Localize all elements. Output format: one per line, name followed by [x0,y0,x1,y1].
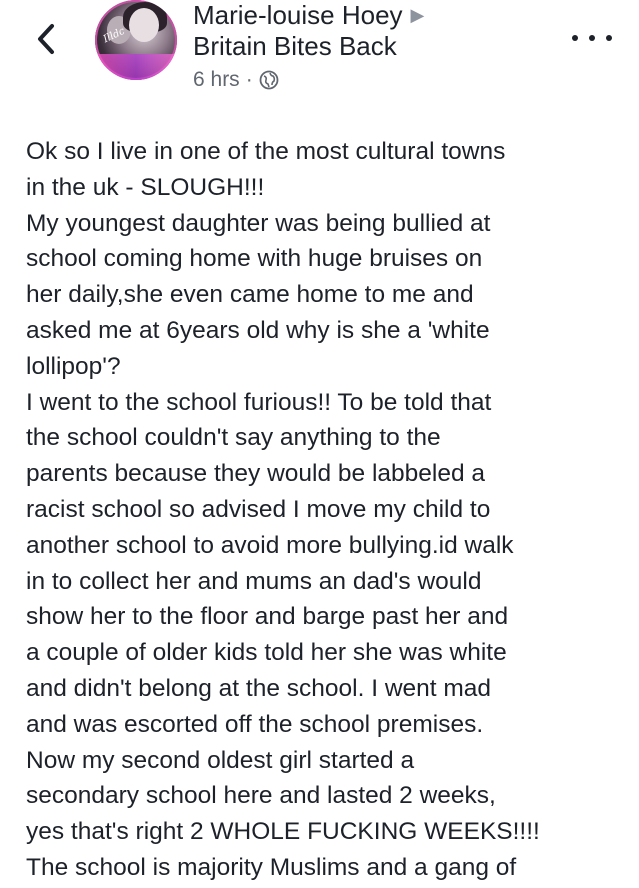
post-text-line: racist school so advised I move my child… [26,495,491,523]
post-text-line: lollipop'? [26,352,121,380]
dot [589,35,595,41]
post-text-line: and didn't belong at the school. I went … [26,674,492,702]
author-line: Marie-louise Hoey ▶ [193,0,424,30]
group-name[interactable]: Britain Bites Back [193,31,397,61]
back-button[interactable] [30,22,62,56]
post-text-line: in to collect her and mums an dad's woul… [26,567,482,595]
meta-separator: · [245,68,253,91]
post-text-line: Now my second oldest girl started a [26,746,415,774]
post-text-line: school coming home with huge bruises on [26,245,483,273]
post-text-line: another school to avoid more bullying.id… [26,531,514,559]
post-timestamp[interactable]: 6 hrs [193,66,240,94]
post-text-line: asked me at 6years old why is she a 'whi… [26,316,490,344]
post-text-line: and was escorted off the school premises… [26,710,484,738]
post-text-line: I went to the school furious!! To be tol… [26,388,492,416]
post-text-line: Ok so I live in one of the most cultural… [26,138,506,165]
post-text-line: parents because they would be labbeled a [26,460,486,488]
chevron-left-icon [38,24,54,54]
post-text-line: her daily,she even came home to me and [26,281,474,309]
post-text-line: show her to the floor and barge past her… [26,603,509,631]
post-text-line: a couple of older kids told her she was … [26,639,507,667]
post-text-line: in the uk - SLOUGH!!! [26,173,265,201]
more-options-button[interactable] [572,28,612,48]
dot [606,35,612,41]
post-text-line: My youngest daughter was being bullied a… [26,209,491,237]
author-avatar[interactable]: Illdc [95,0,177,80]
post-text-line: secondary school here and lasted 2 weeks… [26,782,496,810]
globe-icon [259,70,279,90]
post-text-line: The school is majority Muslims and a gan… [26,853,517,881]
post-text: Ok so I live in one of the most cultural… [26,134,626,886]
post-header: Illdc Marie-louise Hoey ▶ Britain Bites … [0,0,639,110]
play-arrow-icon: ▶ [410,5,425,25]
post-meta: 6 hrs · [193,66,279,94]
post-text-line: the school couldn't say anything to the [26,424,441,452]
post-text-line: yes that's right 2 WHOLE FUCKING WEEKS!!… [26,818,540,846]
author-name[interactable]: Marie-louise Hoey [193,0,403,30]
dot [572,35,578,41]
